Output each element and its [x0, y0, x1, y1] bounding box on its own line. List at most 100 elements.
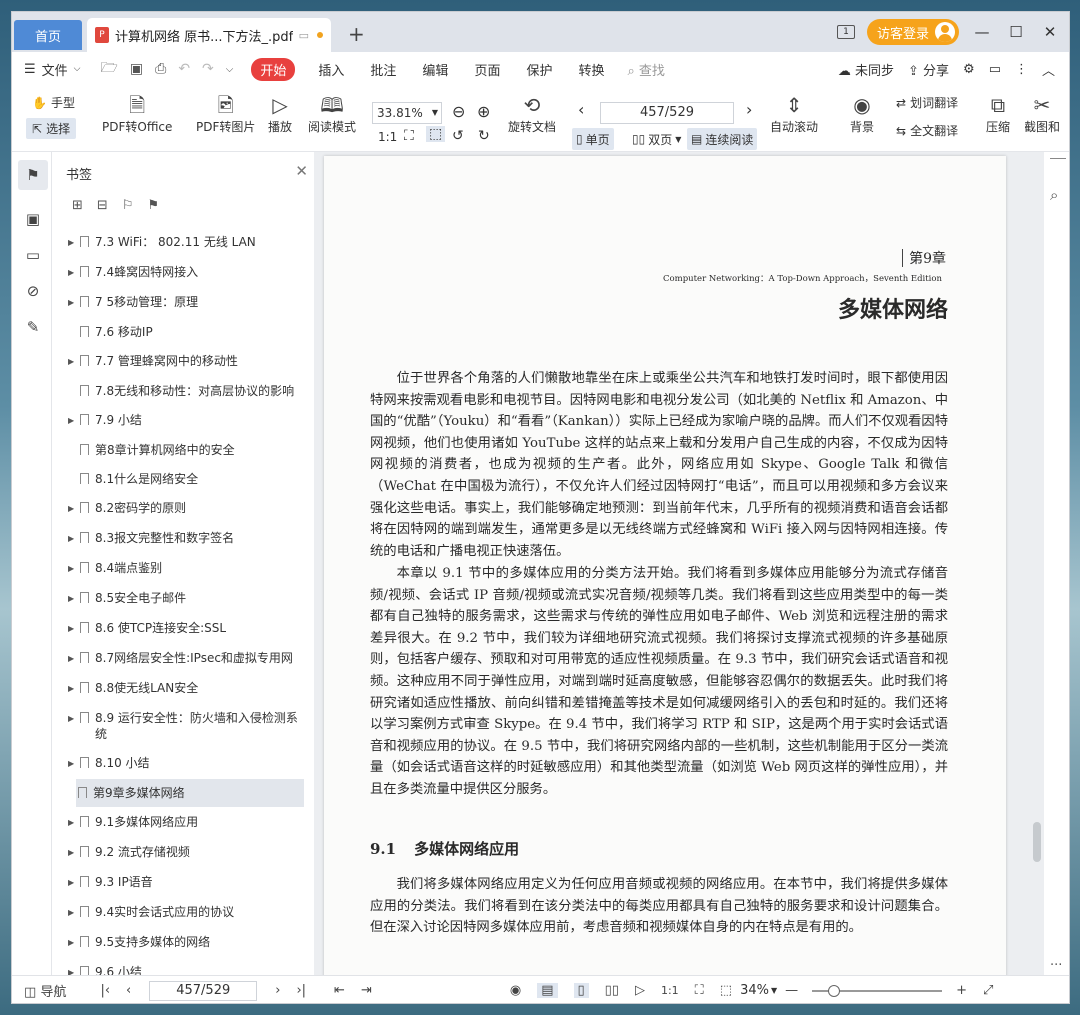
zoom-slider[interactable] [812, 984, 943, 997]
expand-arrow-icon[interactable]: ▶ [68, 235, 78, 251]
file-menu[interactable]: ☰ 文件 ⌵ [24, 60, 81, 79]
comment-icon[interactable]: ▭ [989, 62, 1001, 77]
close-icon[interactable]: ✕ [295, 162, 308, 180]
menu-protect[interactable]: 保护 [526, 60, 552, 79]
next-page-status-icon[interactable]: › [275, 983, 280, 998]
zoom-level[interactable]: 34% [740, 983, 769, 998]
bookmark-item[interactable]: ▶ 8.9 运行安全性：防火墙和入侵检测系统 [52, 710, 304, 742]
zoom-out-status-icon[interactable]: — [785, 983, 798, 998]
full-translate-button[interactable]: ⇆ 全文翻译 [896, 122, 958, 139]
bookmark-item[interactable]: 8.1什么是网络安全 [52, 471, 304, 487]
nav-toggle[interactable]: ◫ 导航 [24, 981, 66, 1000]
bookmark-item[interactable]: ▶ 9.5支持多媒体的网络 [52, 934, 304, 951]
tab-document[interactable]: P 计算机网络 原书...下方法_.pdf ▭ [87, 18, 331, 52]
more-icon[interactable]: ⋮ [1015, 62, 1028, 77]
prev-page-status-icon[interactable]: ‹ [126, 983, 131, 998]
play-status-icon[interactable]: ▷ [635, 983, 645, 998]
expand-arrow-icon[interactable]: ▶ [68, 265, 78, 281]
expand-arrow-icon[interactable]: ▶ [68, 756, 78, 772]
bookmark-item[interactable]: ▶ 9.3 IP语音 [52, 874, 304, 891]
expand-arrow-icon[interactable]: ▶ [68, 501, 78, 517]
fullscreen-icon[interactable]: ⤢ [983, 983, 993, 998]
window-count-icon[interactable]: 1 [836, 25, 855, 39]
continuous-status-icon[interactable]: ▤ [537, 983, 558, 998]
screenshot-button[interactable]: ✂ 截图和 [1025, 92, 1059, 135]
bookmark-item[interactable]: ▶ 7.3 WiFi： 802.11 无线 LAN [52, 234, 304, 251]
expand-arrow-icon[interactable]: ▶ [68, 905, 78, 921]
comment-rail-icon[interactable]: ▭ [22, 246, 44, 268]
page-number-input[interactable]: 457/529 [600, 102, 734, 124]
zoom-out-icon[interactable]: ⊖ [452, 102, 465, 121]
bookmark-item[interactable]: ▶ 8.6 使TCP连接安全:SSL [52, 620, 304, 637]
bookmark-item[interactable]: ▶ 9.1多媒体网络应用 [52, 814, 304, 831]
expand-arrow-icon[interactable]: ▶ [68, 875, 78, 891]
continuous-read-button[interactable]: ▤ 连续阅读 [687, 128, 758, 150]
menu-annotate[interactable]: 批注 [370, 60, 396, 79]
zoom-in-icon[interactable]: ⊕ [477, 102, 490, 121]
maximize-button[interactable]: ☐ [1005, 23, 1027, 41]
login-button[interactable]: 访客登录 [866, 19, 959, 45]
print-icon[interactable]: ⎙ [155, 61, 166, 77]
thumbnail-rail-icon[interactable]: ▣ [22, 210, 44, 232]
bookmark-item[interactable]: ▶ 8.2密码学的原则 [52, 500, 304, 517]
bookmark-item[interactable]: ▶ 9.2 流式存储视频 [52, 844, 304, 861]
last-page-icon[interactable]: ›| [296, 983, 306, 998]
undo-icon[interactable]: ↶ [178, 61, 190, 77]
fit-width-status-icon[interactable]: ⬚ [720, 983, 732, 998]
menu-page[interactable]: 页面 [474, 60, 500, 79]
bookmark-icon[interactable]: ⚐ [122, 198, 134, 213]
close-button[interactable]: ✕ [1039, 23, 1061, 41]
bookmark-item[interactable]: ▶ 8.7网络层安全性:IPsec和虚拟专用网 [52, 650, 304, 667]
bookmark-item[interactable]: ▶ 8.3报文完整性和数字签名 [52, 530, 304, 547]
expand-arrow-icon[interactable]: ▶ [68, 815, 78, 831]
expand-arrow-icon[interactable]: ▶ [68, 413, 78, 429]
actual-size-status-icon[interactable]: 1:1 [661, 984, 679, 997]
hand-tool[interactable]: ✋ 手型 [32, 94, 75, 111]
double-page-button[interactable]: ▯▯ 双页 ▼ [628, 128, 685, 150]
expand-arrow-icon[interactable]: ▶ [68, 621, 78, 637]
single-page-button[interactable]: ▯ 单页 [572, 128, 614, 150]
play-button[interactable]: ▷ 播放 [268, 92, 292, 135]
open-folder-icon[interactable]: 🗁 [101, 57, 118, 81]
expand-arrow-icon[interactable]: ▶ [68, 935, 78, 951]
share-button[interactable]: ⇪ 分享 [908, 60, 949, 79]
zoom-select[interactable]: 33.81% ▼ [372, 102, 442, 124]
scroll-thumb[interactable] [1033, 822, 1041, 862]
bookmark-flag-icon[interactable]: ⚑ [147, 198, 159, 213]
bookmark-item[interactable]: 第8章计算机网络中的安全 [52, 442, 304, 458]
rotate-right-icon[interactable]: ↻ [478, 128, 490, 144]
attachment-rail-icon[interactable]: ⊘ [22, 282, 44, 304]
expand-arrow-icon[interactable]: ▶ [68, 354, 78, 370]
more-quick-icon[interactable]: ⌵ [226, 64, 234, 75]
bookmark-item[interactable]: ▶ 7.9 小结 [52, 412, 304, 429]
add-child-bookmark-icon[interactable]: ⊟ [97, 198, 108, 213]
bookmark-item[interactable]: 7.8无线和移动性：对高层协议的影响 [52, 383, 304, 399]
bookmark-item[interactable]: ▶ 7 5移动管理：原理 [52, 294, 304, 311]
expand-arrow-icon[interactable]: ▶ [68, 591, 78, 607]
document-scrollbar[interactable] [1030, 152, 1044, 975]
bookmark-item[interactable]: ▶ 8.4端点鉴别 [52, 560, 304, 577]
rotate-left-icon[interactable]: ↺ [452, 128, 464, 144]
compress-button[interactable]: ⧉ 压缩 [986, 92, 1010, 135]
find-icon[interactable]: ⌕ [1050, 186, 1058, 204]
add-bookmark-icon[interactable]: ⊞ [72, 198, 83, 213]
minimize-button[interactable]: — [971, 23, 993, 41]
fit-width-icon[interactable]: ⬚ [426, 126, 446, 142]
menu-convert[interactable]: 转换 [578, 60, 604, 79]
expand-arrow-icon[interactable]: ▶ [68, 295, 78, 311]
double-page-status-icon[interactable]: ▯▯ [605, 983, 619, 998]
redo-icon[interactable]: ↷ [202, 61, 214, 77]
bookmark-item[interactable]: 第9章多媒体网络 [76, 779, 304, 807]
new-tab-button[interactable]: + [348, 22, 365, 46]
bookmark-rail-icon[interactable]: ⚑ [18, 160, 48, 190]
tab-home[interactable]: 首页 [14, 20, 82, 50]
expand-arrow-icon[interactable]: ▶ [68, 561, 78, 577]
menu-edit[interactable]: 编辑 [422, 60, 448, 79]
minimize-tab-icon[interactable]: ▭ [299, 29, 309, 42]
first-page-icon[interactable]: |‹ [100, 983, 110, 998]
bookmark-item[interactable]: ▶ 8.8使无线LAN安全 [52, 680, 304, 697]
actual-size-icon[interactable]: 1:1 [378, 130, 397, 144]
status-page-input[interactable]: 457/529 [149, 980, 258, 1001]
read-mode-button[interactable]: 🕮 阅读模式 [308, 92, 356, 135]
signature-rail-icon[interactable]: ✎ [22, 318, 44, 340]
